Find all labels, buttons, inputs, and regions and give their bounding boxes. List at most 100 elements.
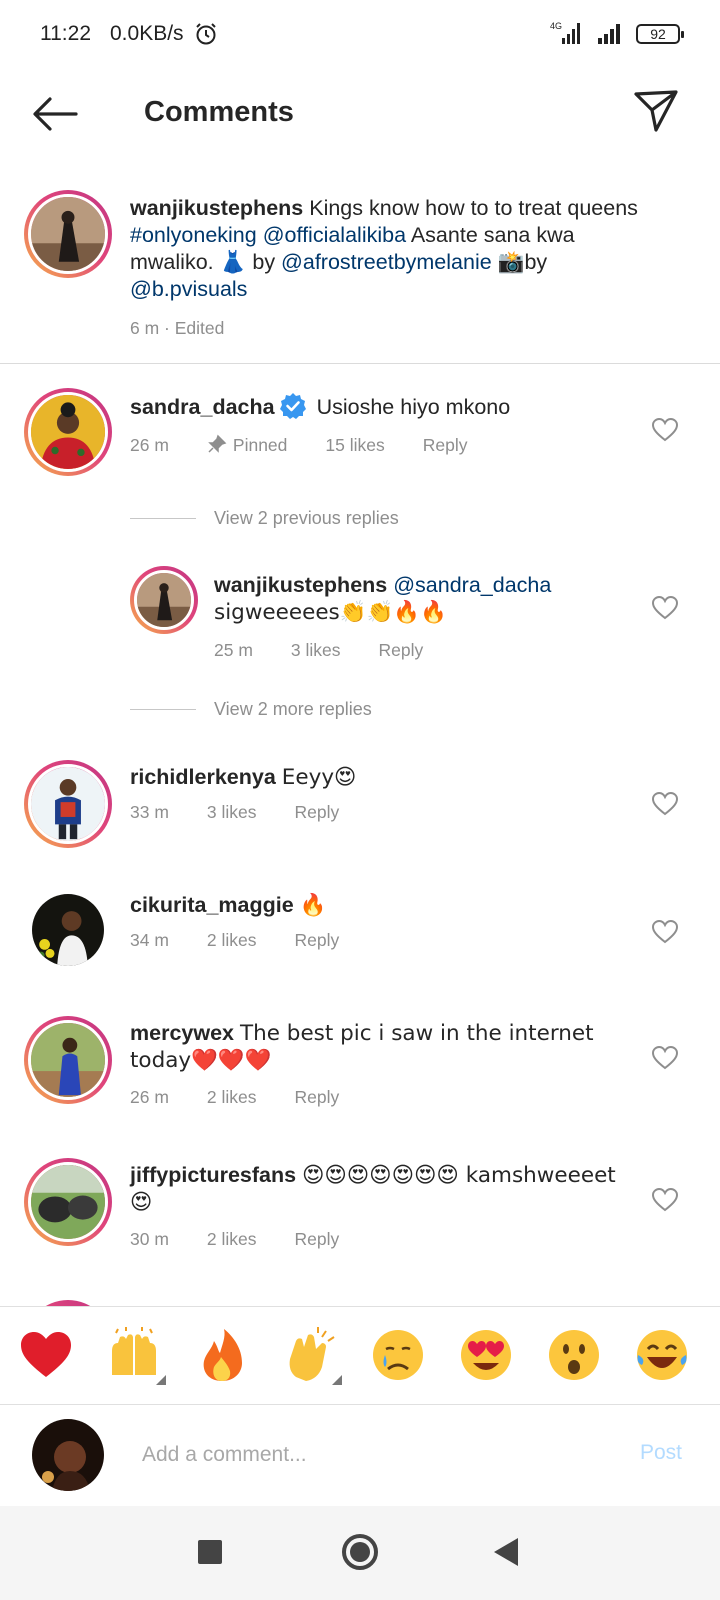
raising-hands-emoji-button[interactable]: [106, 1327, 166, 1385]
svg-text:4G: 4G: [550, 21, 562, 31]
avatar[interactable]: [32, 894, 104, 966]
caption-text: Kings know how to to treat queens: [309, 196, 638, 220]
reply-button[interactable]: Reply: [379, 640, 424, 661]
view-more-replies-button[interactable]: View 2 more replies: [214, 699, 372, 720]
like-heart-icon[interactable]: [652, 792, 678, 816]
status-bar: 11:22 0.0KB/s 4G 92: [0, 0, 720, 70]
avatar-photo: [31, 1023, 105, 1097]
status-network-speed: 0.0KB/s: [110, 22, 184, 45]
signal-4g-icon: 4G: [550, 21, 580, 44]
more-variants-indicator: [332, 1375, 342, 1385]
avatar[interactable]: [24, 1016, 112, 1104]
direct-message-icon[interactable]: [632, 86, 680, 134]
comment-text: Eeyy😍: [281, 765, 357, 790]
like-heart-icon[interactable]: [652, 920, 678, 944]
avatar[interactable]: [24, 760, 112, 848]
surprised-face-icon: [549, 1330, 599, 1380]
view-previous-replies-button[interactable]: View 2 previous replies: [214, 508, 399, 529]
replies-divider: [130, 709, 196, 710]
reply-button[interactable]: Reply: [295, 1229, 340, 1250]
dress-emoji: 👗: [219, 250, 247, 275]
comment-time: 33 m: [130, 802, 169, 822]
comment-time: 30 m: [130, 1229, 169, 1249]
reply-mention[interactable]: @sandra_dacha: [393, 573, 551, 597]
battery-icon: 92: [636, 24, 684, 44]
caption-mention[interactable]: @afrostreetbymelanie: [281, 250, 492, 274]
quick-emoji-bar: [0, 1306, 720, 1404]
pin-icon: [208, 434, 227, 453]
avatar-photo: [32, 1419, 104, 1491]
reply-likes[interactable]: 3 likes: [291, 640, 341, 661]
like-heart-icon[interactable]: [652, 418, 678, 442]
like-heart-icon[interactable]: [652, 1188, 678, 1212]
comment-text: 🔥: [299, 893, 327, 918]
avatar[interactable]: [24, 190, 112, 278]
clapping-hands-emoji-button[interactable]: [282, 1327, 342, 1385]
system-back-button[interactable]: [494, 1538, 518, 1566]
like-heart-icon[interactable]: [652, 1046, 678, 1070]
caption-mention[interactable]: @officialalikiba: [263, 223, 406, 247]
more-variants-indicator: [156, 1375, 166, 1385]
like-heart-icon[interactable]: [652, 596, 678, 620]
comment-likes[interactable]: 3 likes: [207, 802, 257, 823]
reply-username[interactable]: wanjikustephens: [214, 573, 387, 597]
caption-hashtag[interactable]: #onlyoneking: [130, 223, 257, 247]
recents-button[interactable]: [198, 1540, 222, 1564]
avatar[interactable]: [24, 1158, 112, 1246]
post-button[interactable]: Post: [640, 1441, 682, 1465]
caption-text: by: [246, 250, 282, 274]
laughing-tears-icon: [637, 1330, 687, 1380]
fire-emoji-button[interactable]: [194, 1327, 250, 1383]
reply-text: sigweeeees👏👏🔥🔥: [214, 600, 447, 625]
caption-meta: 6 m · Edited: [130, 318, 225, 338]
back-arrow-icon[interactable]: [30, 94, 80, 134]
crying-face-icon: [373, 1330, 423, 1380]
fire-icon: [203, 1329, 242, 1381]
comment-username[interactable]: sandra_dacha: [130, 395, 275, 419]
comment-input[interactable]: [142, 1435, 592, 1475]
signal-icon: [598, 24, 620, 44]
comment-likes[interactable]: 2 likes: [207, 1087, 257, 1108]
heart-icon: [21, 1332, 71, 1377]
crying-face-emoji-button[interactable]: [370, 1327, 426, 1383]
caption-mention[interactable]: @b.pvisuals: [130, 277, 247, 301]
avatar[interactable]: [24, 388, 112, 476]
comment-username[interactable]: mercywex: [130, 1021, 234, 1045]
avatar[interactable]: [130, 566, 198, 634]
heart-eyes-emoji-button[interactable]: [458, 1327, 514, 1383]
surprised-face-emoji-button[interactable]: [546, 1327, 602, 1383]
reply-button[interactable]: Reply: [423, 435, 468, 456]
laughing-tears-emoji-button[interactable]: [634, 1327, 690, 1383]
clapping-hands-icon: [289, 1327, 335, 1381]
comment-username[interactable]: jiffypicturesfans: [130, 1163, 296, 1187]
alarm-icon: [196, 23, 216, 45]
reply-button[interactable]: Reply: [295, 1087, 340, 1108]
avatar-photo: [31, 767, 105, 841]
reply-button[interactable]: Reply: [295, 930, 340, 951]
heart-emoji-button[interactable]: [18, 1327, 74, 1383]
system-navigation-bar: [0, 1506, 720, 1600]
comment-time: 26 m: [130, 1087, 169, 1107]
comments-header: Comments: [0, 72, 720, 156]
pinned-label: Pinned: [207, 434, 287, 456]
caption-text: by: [524, 250, 548, 274]
caption-username[interactable]: wanjikustephens: [130, 196, 303, 220]
comment-likes[interactable]: 2 likes: [207, 1229, 257, 1250]
comment-time: 34 m: [130, 930, 169, 950]
comment-text: Usioshe hiyo mkono: [316, 395, 511, 419]
comment-likes[interactable]: 15 likes: [325, 435, 384, 456]
comment-username[interactable]: richidlerkenya: [130, 765, 276, 789]
comment-username[interactable]: cikurita_maggie: [130, 893, 294, 917]
comment-composer: Post: [0, 1404, 720, 1506]
avatar-photo: [137, 573, 191, 627]
reply-time: 25 m: [214, 640, 253, 660]
home-button[interactable]: [342, 1534, 378, 1570]
comment-time: 26 m: [130, 435, 169, 455]
camera-emoji: 📸: [497, 250, 525, 275]
avatar-photo: [32, 894, 104, 966]
comment-likes[interactable]: 2 likes: [207, 930, 257, 951]
reply-button[interactable]: Reply: [295, 802, 340, 823]
raising-hands-icon: [112, 1327, 156, 1375]
divider: [0, 363, 720, 364]
avatar-photo: [31, 395, 105, 469]
